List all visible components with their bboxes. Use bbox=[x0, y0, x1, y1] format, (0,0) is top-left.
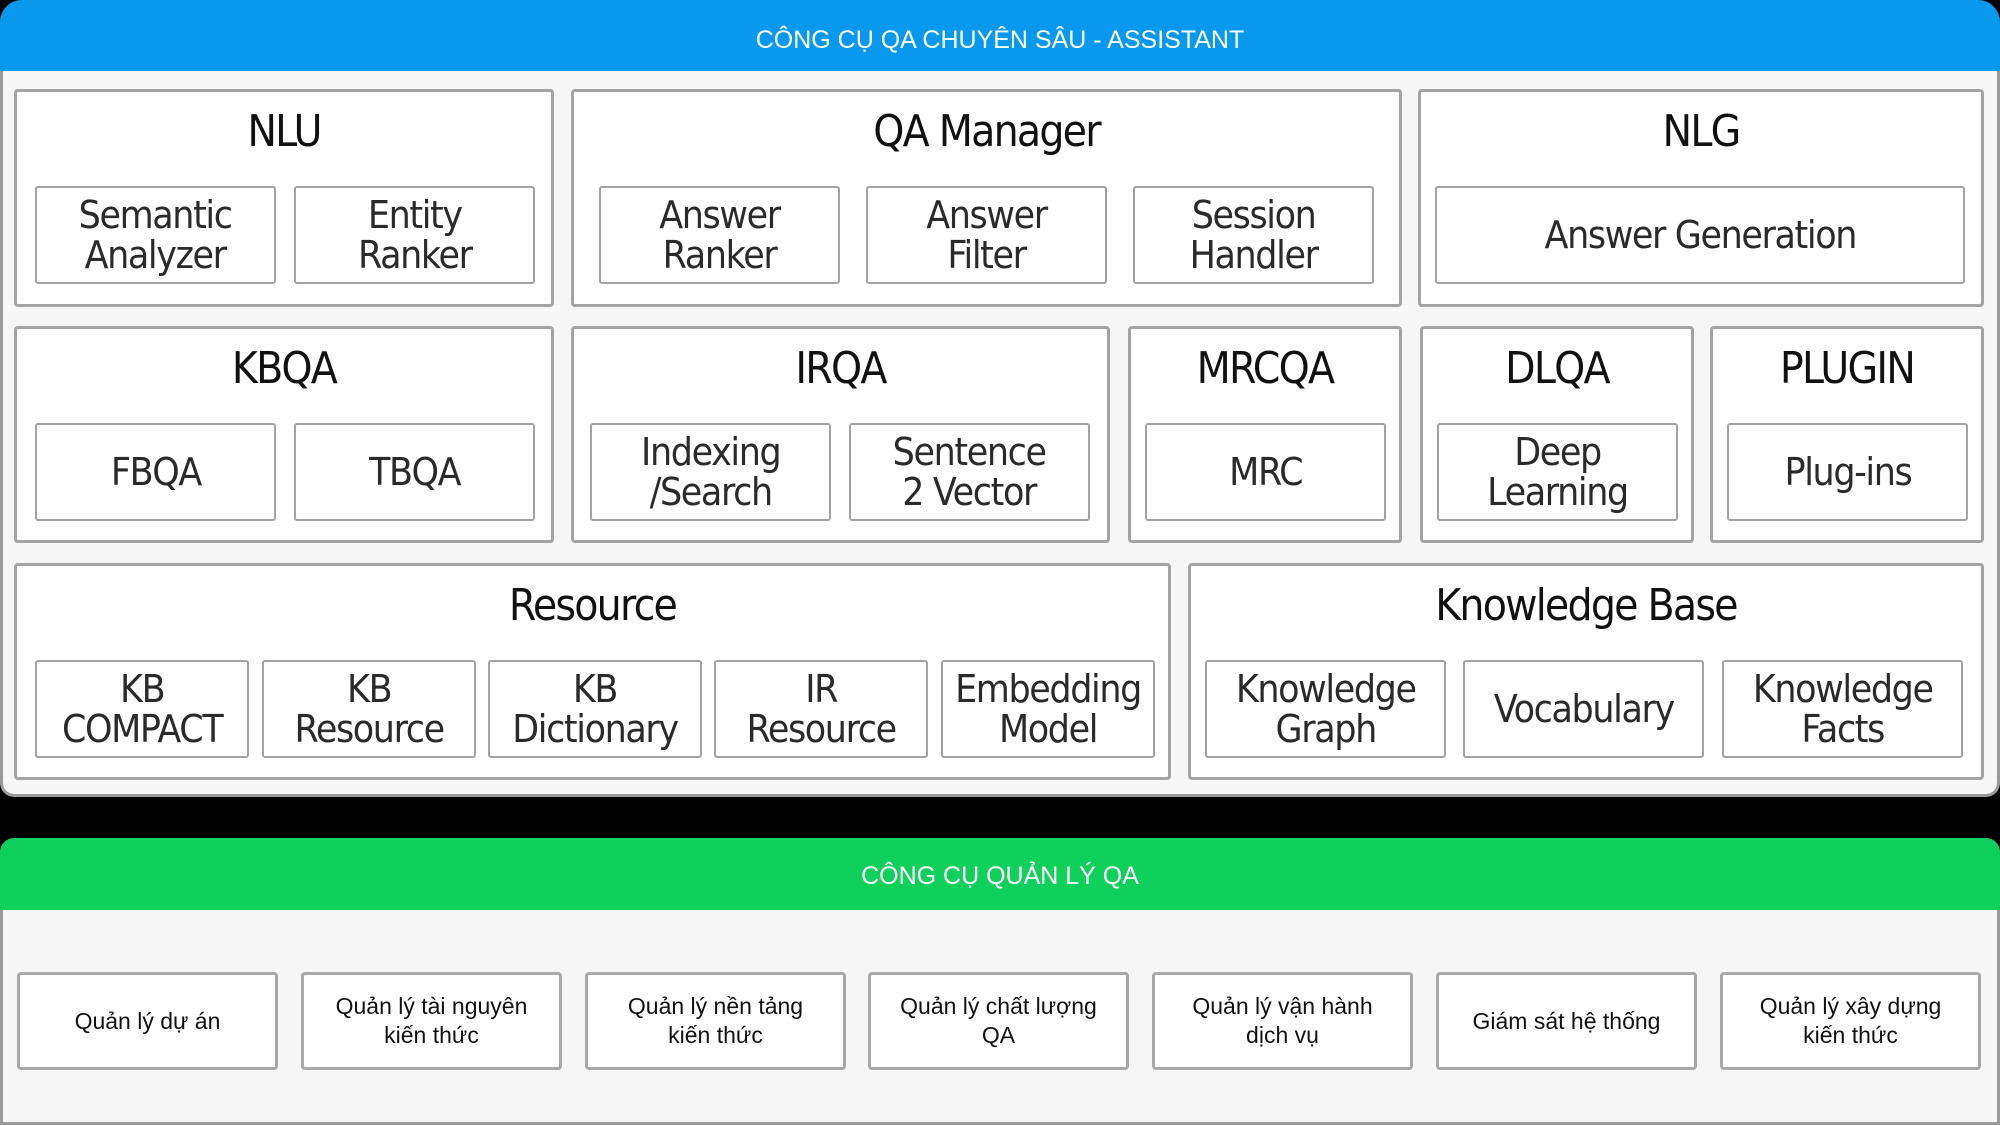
group-kbqa: KBQA FBQA TBQA bbox=[14, 326, 554, 543]
group-nlg: NLG Answer Generation bbox=[1418, 89, 1984, 307]
group-dlqa: DLQA Deep Learning bbox=[1420, 326, 1694, 543]
group-title: Resource bbox=[508, 580, 678, 631]
module-mrc[interactable]: MRC bbox=[1145, 423, 1386, 521]
module-session-handler[interactable]: Session Handler bbox=[1133, 186, 1374, 284]
group-title: NLG bbox=[1662, 106, 1742, 157]
assistant-section-header: CÔNG CỤ QA CHUYÊN SÂU - ASSISTANT bbox=[0, 0, 2000, 71]
module-fbqa[interactable]: FBQA bbox=[35, 423, 276, 521]
group-title: KBQA bbox=[231, 343, 338, 394]
module-semantic-analyzer[interactable]: Semantic Analyzer bbox=[35, 186, 276, 284]
tool-system-monitoring[interactable]: Giám sát hệ thống bbox=[1436, 972, 1697, 1070]
group-title: PLUGIN bbox=[1779, 343, 1916, 394]
module-answer-filter[interactable]: Answer Filter bbox=[866, 186, 1107, 284]
group-nlu: NLU Semantic Analyzer Entity Ranker bbox=[14, 89, 554, 307]
tool-knowledge-resource-management[interactable]: Quản lý tài nguyên kiến thức bbox=[301, 972, 562, 1070]
tool-knowledge-platform-management[interactable]: Quản lý nền tảng kiến thức bbox=[585, 972, 846, 1070]
tool-project-management[interactable]: Quản lý dự án bbox=[17, 972, 278, 1070]
module-deep-learning[interactable]: Deep Learning bbox=[1437, 423, 1678, 521]
module-plug-ins[interactable]: Plug-ins bbox=[1727, 423, 1968, 521]
module-sentence-2-vector[interactable]: Sentence 2 Vector bbox=[849, 423, 1090, 521]
module-kb-compact[interactable]: KB COMPACT bbox=[35, 660, 249, 758]
group-resource: Resource KB COMPACT KB Resource KB Dicti… bbox=[14, 563, 1171, 780]
group-title: MRCQA bbox=[1196, 343, 1335, 394]
management-section-header: CÔNG CỤ QUẢN LÝ QA bbox=[0, 838, 2000, 910]
module-kb-resource[interactable]: KB Resource bbox=[262, 660, 476, 758]
module-embedding-model[interactable]: Embedding Model bbox=[941, 660, 1155, 758]
module-kb-dictionary[interactable]: KB Dictionary bbox=[488, 660, 702, 758]
group-title: QA Manager bbox=[873, 106, 1101, 157]
group-title: Knowledge Base bbox=[1435, 580, 1738, 631]
module-indexing-search[interactable]: Indexing /Search bbox=[590, 423, 831, 521]
group-mrcqa: MRCQA MRC bbox=[1128, 326, 1402, 543]
module-answer-generation[interactable]: Answer Generation bbox=[1435, 186, 1965, 284]
module-knowledge-facts[interactable]: Knowledge Facts bbox=[1722, 660, 1963, 758]
module-tbqa[interactable]: TBQA bbox=[294, 423, 535, 521]
group-knowledge-base: Knowledge Base Knowledge Graph Vocabular… bbox=[1188, 563, 1984, 780]
group-qa-manager: QA Manager Answer Ranker Answer Filter S… bbox=[571, 89, 1402, 307]
module-knowledge-graph[interactable]: Knowledge Graph bbox=[1205, 660, 1446, 758]
group-title: NLU bbox=[247, 106, 322, 157]
tool-qa-quality-management[interactable]: Quản lý chất lượng QA bbox=[868, 972, 1129, 1070]
group-title: IRQA bbox=[795, 343, 887, 394]
module-ir-resource[interactable]: IR Resource bbox=[714, 660, 928, 758]
tool-knowledge-building-management[interactable]: Quản lý xây dựng kiến thức bbox=[1720, 972, 1981, 1070]
group-irqa: IRQA Indexing /Search Sentence 2 Vector bbox=[571, 326, 1110, 543]
module-entity-ranker[interactable]: Entity Ranker bbox=[294, 186, 535, 284]
group-title: DLQA bbox=[1505, 343, 1610, 394]
tool-service-operation-management[interactable]: Quản lý vận hành dịch vụ bbox=[1152, 972, 1413, 1070]
module-vocabulary[interactable]: Vocabulary bbox=[1463, 660, 1704, 758]
group-plugin: PLUGIN Plug-ins bbox=[1710, 326, 1984, 543]
module-answer-ranker[interactable]: Answer Ranker bbox=[599, 186, 840, 284]
